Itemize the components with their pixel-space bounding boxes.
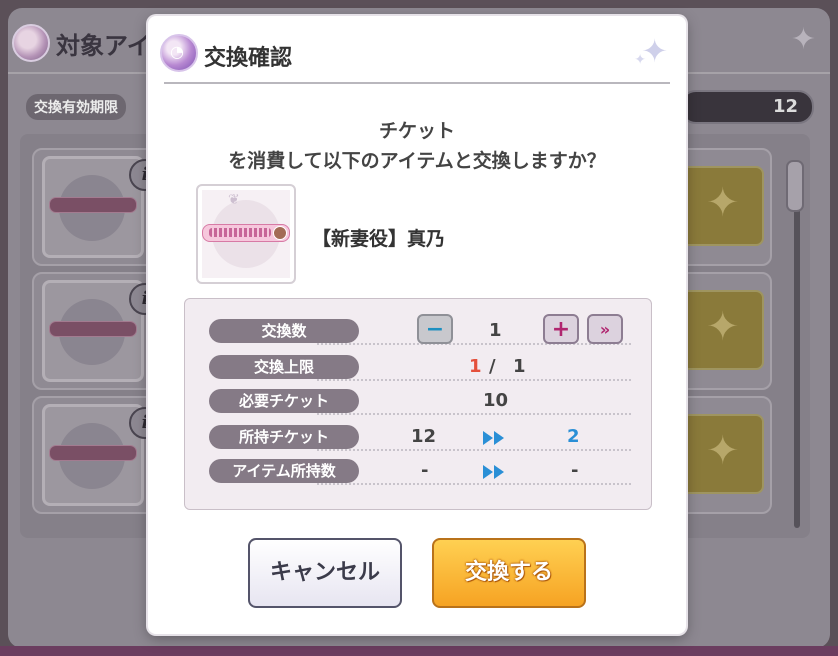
exchange-limit-label: 交換上限 [209,355,359,379]
cancel-button[interactable]: キャンセル [248,538,402,608]
row-owned-tickets: 所持チケット 12 2 [185,425,651,455]
scrollbar-track[interactable] [794,168,800,528]
row-required-tickets: 必要チケット 10 [185,389,651,419]
ticket-icon: ◔ [160,34,198,72]
sparkle-icon: ✦ [790,22,816,57]
owned-tickets-before: 12 [411,426,437,447]
exchange-count-label: 交換数 [209,319,359,343]
sparkle-icon: ✦ [706,180,740,226]
sparkle-icon: ✦ [706,428,740,474]
owned-tickets-label: 所持チケット [209,425,359,449]
row-exchange-limit: 交換上限 1 / 1 [185,355,651,385]
item-thumbnail: i [42,156,161,258]
exchange-limit-max: 1 [513,356,526,377]
item-thumbnail: ❦ [196,184,296,284]
exchange-limit-current: 1 [469,356,482,377]
message-line-1: チケット [378,120,455,142]
double-arrow-right-icon [483,465,504,479]
item-thumbnail: i [42,280,161,382]
scrollbar-thumb[interactable] [786,160,804,212]
required-tickets-label: 必要チケット [209,389,359,413]
expiry-label: 交換有効期限 [26,94,126,120]
row-owned-items: アイテム所持数 - - [185,459,651,489]
owned-tickets-after: 2 [567,426,580,447]
exchange-count-value: 1 [489,320,502,341]
owned-items-before: - [421,460,429,481]
confirm-exchange-button[interactable]: 交換する [432,538,586,608]
row-exchange-count: 交換数 − 1 + » [185,314,651,349]
bottom-bar [0,646,838,656]
item-name: 【新妻役】真乃 [312,228,446,250]
dialog-title: 交換確認 [204,46,293,71]
owned-items-after: - [571,460,579,481]
exchange-confirm-dialog: ◔ 交換確認 ✦ ✦ チケット を消費して以下のアイテムと交換しますか？ ❦ 【… [148,16,686,634]
ticket-icon [12,24,50,62]
ticket-count: 12 [772,96,798,117]
decrease-button[interactable]: − [417,314,453,344]
message-line-2: を消費して以下のアイテムと交換しますか？ [228,150,606,172]
background-title: 対象アイ [56,32,151,60]
title-divider [164,82,670,84]
increase-button[interactable]: + [543,314,579,344]
exchange-limit-separator: / [489,356,496,377]
item-thumbnail: i [42,404,161,506]
owned-items-label: アイテム所持数 [209,459,359,483]
exchange-info-box: 交換数 − 1 + » 交換上限 1 / 1 必要チケット 10 所持チケット … [184,298,652,510]
sparkle-icon: ✦ [634,52,646,68]
sparkle-icon: ✦ [706,304,740,350]
double-arrow-right-icon [483,431,504,445]
required-tickets-value: 10 [483,390,509,411]
ticket-counter: 12 [680,90,814,124]
max-button[interactable]: » [587,314,623,344]
